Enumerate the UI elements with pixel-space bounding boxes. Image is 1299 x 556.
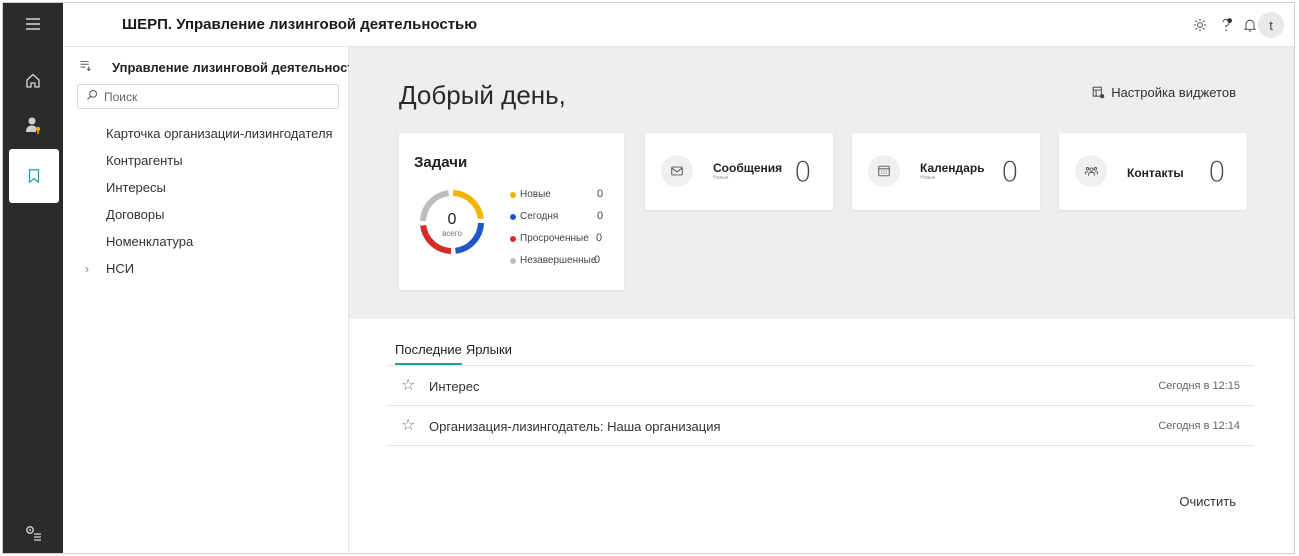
recent-item[interactable]: ☆ Интерес Сегодня в 12:15 xyxy=(387,366,1254,406)
legend-label: Сегодня xyxy=(520,211,559,222)
calendar-count: 0 xyxy=(1001,155,1019,188)
search-icon xyxy=(86,88,98,106)
tasks-total-label: всего xyxy=(442,229,462,238)
messages-sub: Новые xyxy=(713,175,729,181)
recent-item[interactable]: ☆ Организация-лизингодатель: Наша органи… xyxy=(387,406,1254,446)
nav-item-nsi[interactable]: НСИ xyxy=(106,261,134,276)
app-title: ШЕРП. Управление лизинговой деятельность… xyxy=(122,16,478,33)
home-icon[interactable] xyxy=(3,60,63,102)
collapse-list-icon[interactable] xyxy=(79,59,92,75)
contacts-count: 0 xyxy=(1208,155,1226,188)
search-input[interactable] xyxy=(104,89,304,104)
widget-settings-label: Настройка виджетов xyxy=(1111,85,1236,100)
widget-settings-icon xyxy=(1092,86,1105,99)
legend-label: Незавершенные xyxy=(520,255,597,266)
nav-item-contracts[interactable]: Договоры xyxy=(106,207,164,222)
legend-value-overdue: 0 xyxy=(596,232,603,244)
settings-list-icon[interactable] xyxy=(3,511,63,553)
calendar-sub: Новые xyxy=(920,175,936,181)
search-box[interactable] xyxy=(77,84,339,109)
legend-value-today: 0 xyxy=(597,210,604,222)
legend-today: Сегодня xyxy=(510,211,558,222)
tasks-title: Задачи xyxy=(414,154,468,171)
nav-title: Управление лизинговой деятельност... xyxy=(112,59,364,75)
hamburger-menu-icon[interactable] xyxy=(3,3,63,45)
nav-item-interests[interactable]: Интересы xyxy=(106,180,166,195)
legend-label: Просроченные xyxy=(520,233,589,244)
recent-item-title[interactable]: Интерес xyxy=(429,379,480,394)
top-header: ШЕРП. Управление лизинговой деятельность… xyxy=(63,3,1294,47)
app-window: ШЕРП. Управление лизинговой деятельность… xyxy=(2,2,1295,554)
mouse-cursor-icon xyxy=(155,349,165,363)
rail-item-bookmarks[interactable] xyxy=(9,149,59,203)
main-content: Добрый день, Настройка виджетов Задачи 0… xyxy=(349,47,1294,553)
nav-panel: Управление лизинговой деятельност... Кар… xyxy=(63,47,363,553)
recent-tabs: Последние Ярлыки xyxy=(395,342,512,366)
tab-shortcuts[interactable]: Ярлыки xyxy=(466,342,512,366)
bell-icon[interactable] xyxy=(1240,15,1260,35)
tab-recent[interactable]: Последние xyxy=(395,342,462,366)
greeting: Добрый день, xyxy=(399,80,566,110)
legend-dot xyxy=(510,235,516,242)
legend-value-new: 0 xyxy=(597,188,604,200)
dashboard-hero: Добрый день, Настройка виджетов Задачи 0… xyxy=(349,47,1294,319)
calendar-widget[interactable]: Календарь Новые 0 xyxy=(852,133,1040,210)
tasks-widget[interactable]: Задачи 0 всего Новые Сегодня Просроченны… xyxy=(399,133,624,290)
contacts-icon xyxy=(1075,155,1107,187)
nav-item-lessor-card[interactable]: Карточка организации-лизингодателя xyxy=(106,126,333,141)
chevron-right-icon[interactable]: › xyxy=(85,262,89,276)
calendar-label: Календарь xyxy=(920,161,985,175)
legend-value-unfinished: 0 xyxy=(594,254,601,266)
legend-unfinished: Незавершенные xyxy=(510,255,596,266)
contacts-label: Контакты xyxy=(1127,166,1184,180)
messages-widget[interactable]: Сообщения Новые 0 xyxy=(645,133,833,210)
left-rail xyxy=(3,3,63,553)
avatar[interactable]: t xyxy=(1258,12,1284,38)
calendar-icon xyxy=(868,155,900,187)
recent-item-title[interactable]: Организация-лизингодатель: Наша организа… xyxy=(429,419,721,434)
star-icon[interactable]: ☆ xyxy=(401,418,415,434)
legend-dot xyxy=(510,191,516,198)
nav-header: Управление лизинговой деятельност... xyxy=(79,59,363,75)
contacts-widget[interactable]: Контакты 0 xyxy=(1059,133,1247,210)
legend-label: Новые xyxy=(520,189,551,200)
messages-count: 0 xyxy=(794,155,812,188)
user-key-icon[interactable] xyxy=(3,104,63,146)
legend-new: Новые xyxy=(510,189,551,200)
nav-item-nomenclature[interactable]: Номенклатура xyxy=(106,234,193,249)
widget-settings-button[interactable]: Настройка виджетов xyxy=(1092,85,1236,100)
legend-overdue: Просроченные xyxy=(510,233,589,244)
bookmark-icon xyxy=(28,169,40,183)
recent-item-time: Сегодня в 12:14 xyxy=(1158,420,1240,432)
star-icon[interactable]: ☆ xyxy=(401,378,415,394)
clear-button[interactable]: Очистить xyxy=(1179,494,1236,509)
help-notify-icon[interactable] xyxy=(1216,15,1236,35)
tasks-total: 0 xyxy=(447,211,457,228)
messages-label: Сообщения xyxy=(713,161,783,175)
legend-dot xyxy=(510,213,516,220)
mail-icon xyxy=(661,155,693,187)
gear-icon[interactable] xyxy=(1190,15,1210,35)
legend-dot xyxy=(510,257,516,264)
nav-item-counterparties[interactable]: Контрагенты xyxy=(106,153,183,168)
recent-item-time: Сегодня в 12:15 xyxy=(1158,380,1240,392)
